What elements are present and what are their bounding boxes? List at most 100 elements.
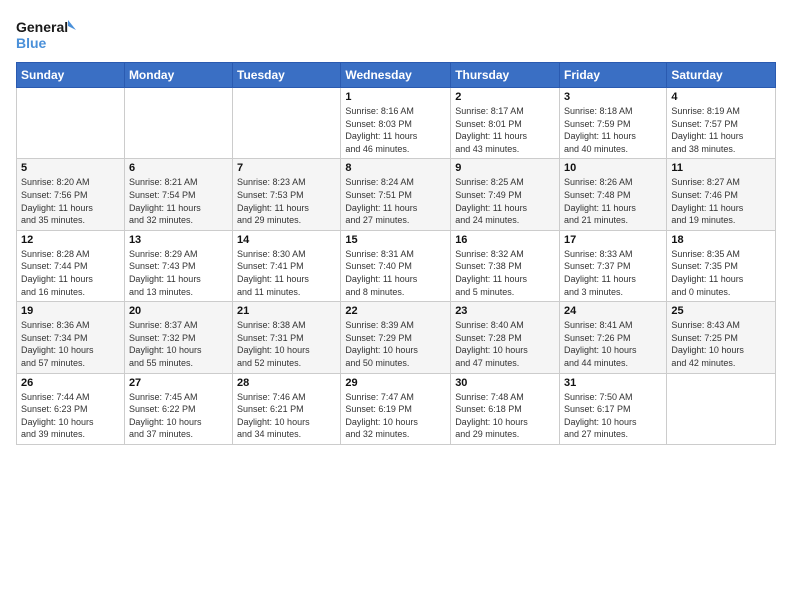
day-cell: 1 Sunrise: 8:16 AM Sunset: 8:03 PM Daylig… — [341, 88, 451, 159]
week-row-4: 26 Sunrise: 7:44 AM Sunset: 6:23 PM Dayli… — [17, 373, 776, 444]
day-number: 28 — [237, 377, 336, 389]
day-number: 26 — [21, 377, 120, 389]
day-info: Sunrise: 8:16 AM Sunset: 8:03 PM Dayligh… — [345, 105, 446, 155]
day-cell: 25 Sunrise: 8:43 AM Sunset: 7:25 PM Dayli… — [667, 302, 776, 373]
day-number: 15 — [345, 234, 446, 246]
day-cell: 20 Sunrise: 8:37 AM Sunset: 7:32 PM Dayli… — [124, 302, 232, 373]
day-info: Sunrise: 7:48 AM Sunset: 6:18 PM Dayligh… — [455, 391, 555, 441]
day-info: Sunrise: 8:25 AM Sunset: 7:49 PM Dayligh… — [455, 176, 555, 226]
day-cell: 16 Sunrise: 8:32 AM Sunset: 7:38 PM Dayli… — [451, 230, 560, 301]
day-number: 7 — [237, 162, 336, 174]
day-number: 27 — [129, 377, 228, 389]
day-info: Sunrise: 8:38 AM Sunset: 7:31 PM Dayligh… — [237, 319, 336, 369]
header-wednesday: Wednesday — [341, 63, 451, 88]
day-info: Sunrise: 8:41 AM Sunset: 7:26 PM Dayligh… — [564, 319, 662, 369]
day-cell: 30 Sunrise: 7:48 AM Sunset: 6:18 PM Dayli… — [451, 373, 560, 444]
day-info: Sunrise: 8:37 AM Sunset: 7:32 PM Dayligh… — [129, 319, 228, 369]
header-tuesday: Tuesday — [233, 63, 341, 88]
day-cell: 17 Sunrise: 8:33 AM Sunset: 7:37 PM Dayli… — [560, 230, 667, 301]
day-info: Sunrise: 8:29 AM Sunset: 7:43 PM Dayligh… — [129, 248, 228, 298]
day-cell: 11 Sunrise: 8:27 AM Sunset: 7:46 PM Dayli… — [667, 159, 776, 230]
day-cell: 15 Sunrise: 8:31 AM Sunset: 7:40 PM Dayli… — [341, 230, 451, 301]
day-number: 5 — [21, 162, 120, 174]
svg-text:Blue: Blue — [16, 35, 47, 51]
week-row-3: 19 Sunrise: 8:36 AM Sunset: 7:34 PM Dayli… — [17, 302, 776, 373]
day-number: 4 — [671, 91, 771, 103]
day-info: Sunrise: 7:44 AM Sunset: 6:23 PM Dayligh… — [21, 391, 120, 441]
day-number: 31 — [564, 377, 662, 389]
day-cell: 3Sunrise: 8:18 AM Sunset: 7:59 PM Daylig… — [560, 88, 667, 159]
day-number: 11 — [671, 162, 771, 174]
day-number: 22 — [345, 305, 446, 317]
day-cell: 12Sunrise: 8:28 AM Sunset: 7:44 PM Dayli… — [17, 230, 125, 301]
day-info: Sunrise: 8:27 AM Sunset: 7:46 PM Dayligh… — [671, 176, 771, 226]
day-number: 17 — [564, 234, 662, 246]
day-info: Sunrise: 8:43 AM Sunset: 7:25 PM Dayligh… — [671, 319, 771, 369]
logo: General Blue — [16, 16, 76, 56]
day-number: 25 — [671, 305, 771, 317]
day-number: 1 — [345, 91, 446, 103]
day-number: 9 — [455, 162, 555, 174]
day-number: 30 — [455, 377, 555, 389]
day-cell — [667, 373, 776, 444]
svg-text:General: General — [16, 19, 68, 35]
day-cell: 14Sunrise: 8:30 AM Sunset: 7:41 PM Dayli… — [233, 230, 341, 301]
header-sunday: Sunday — [17, 63, 125, 88]
day-info: Sunrise: 8:23 AM Sunset: 7:53 PM Dayligh… — [237, 176, 336, 226]
day-info: Sunrise: 7:46 AM Sunset: 6:21 PM Dayligh… — [237, 391, 336, 441]
day-cell: 18Sunrise: 8:35 AM Sunset: 7:35 PM Dayli… — [667, 230, 776, 301]
header: General Blue — [16, 12, 776, 56]
week-row-1: 5Sunrise: 8:20 AM Sunset: 7:56 PM Daylig… — [17, 159, 776, 230]
day-number: 21 — [237, 305, 336, 317]
day-number: 16 — [455, 234, 555, 246]
day-cell: 2 Sunrise: 8:17 AM Sunset: 8:01 PM Daylig… — [451, 88, 560, 159]
day-number: 12 — [21, 234, 120, 246]
header-monday: Monday — [124, 63, 232, 88]
day-cell — [233, 88, 341, 159]
day-cell: 8 Sunrise: 8:24 AM Sunset: 7:51 PM Daylig… — [341, 159, 451, 230]
day-info: Sunrise: 8:40 AM Sunset: 7:28 PM Dayligh… — [455, 319, 555, 369]
day-number: 24 — [564, 305, 662, 317]
header-thursday: Thursday — [451, 63, 560, 88]
day-number: 2 — [455, 91, 555, 103]
day-info: Sunrise: 8:19 AM Sunset: 7:57 PM Dayligh… — [671, 105, 771, 155]
day-cell: 7 Sunrise: 8:23 AM Sunset: 7:53 PM Daylig… — [233, 159, 341, 230]
day-info: Sunrise: 8:32 AM Sunset: 7:38 PM Dayligh… — [455, 248, 555, 298]
day-cell: 31Sunrise: 7:50 AM Sunset: 6:17 PM Dayli… — [560, 373, 667, 444]
day-cell: 24 Sunrise: 8:41 AM Sunset: 7:26 PM Dayli… — [560, 302, 667, 373]
day-cell: 21 Sunrise: 8:38 AM Sunset: 7:31 PM Dayli… — [233, 302, 341, 373]
week-row-0: 1 Sunrise: 8:16 AM Sunset: 8:03 PM Daylig… — [17, 88, 776, 159]
day-info: Sunrise: 8:33 AM Sunset: 7:37 PM Dayligh… — [564, 248, 662, 298]
day-info: Sunrise: 8:17 AM Sunset: 8:01 PM Dayligh… — [455, 105, 555, 155]
day-cell: 23 Sunrise: 8:40 AM Sunset: 7:28 PM Dayli… — [451, 302, 560, 373]
day-number: 6 — [129, 162, 228, 174]
day-cell: 27 Sunrise: 7:45 AM Sunset: 6:22 PM Dayli… — [124, 373, 232, 444]
header-friday: Friday — [560, 63, 667, 88]
day-number: 10 — [564, 162, 662, 174]
day-cell: 9 Sunrise: 8:25 AM Sunset: 7:49 PM Daylig… — [451, 159, 560, 230]
day-number: 13 — [129, 234, 228, 246]
logo-svg: General Blue — [16, 16, 76, 56]
day-number: 8 — [345, 162, 446, 174]
day-info: Sunrise: 8:24 AM Sunset: 7:51 PM Dayligh… — [345, 176, 446, 226]
day-info: Sunrise: 8:31 AM Sunset: 7:40 PM Dayligh… — [345, 248, 446, 298]
day-cell: 29Sunrise: 7:47 AM Sunset: 6:19 PM Dayli… — [341, 373, 451, 444]
day-number: 20 — [129, 305, 228, 317]
day-number: 23 — [455, 305, 555, 317]
day-cell: 10Sunrise: 8:26 AM Sunset: 7:48 PM Dayli… — [560, 159, 667, 230]
day-number: 29 — [345, 377, 446, 389]
header-saturday: Saturday — [667, 63, 776, 88]
day-cell: 26 Sunrise: 7:44 AM Sunset: 6:23 PM Dayli… — [17, 373, 125, 444]
day-cell: 5Sunrise: 8:20 AM Sunset: 7:56 PM Daylig… — [17, 159, 125, 230]
day-info: Sunrise: 8:36 AM Sunset: 7:34 PM Dayligh… — [21, 319, 120, 369]
day-info: Sunrise: 8:35 AM Sunset: 7:35 PM Dayligh… — [671, 248, 771, 298]
week-row-2: 12Sunrise: 8:28 AM Sunset: 7:44 PM Dayli… — [17, 230, 776, 301]
day-cell: 28 Sunrise: 7:46 AM Sunset: 6:21 PM Dayli… — [233, 373, 341, 444]
day-info: Sunrise: 8:21 AM Sunset: 7:54 PM Dayligh… — [129, 176, 228, 226]
day-cell — [124, 88, 232, 159]
day-cell: 6 Sunrise: 8:21 AM Sunset: 7:54 PM Daylig… — [124, 159, 232, 230]
day-info: Sunrise: 7:45 AM Sunset: 6:22 PM Dayligh… — [129, 391, 228, 441]
day-info: Sunrise: 8:39 AM Sunset: 7:29 PM Dayligh… — [345, 319, 446, 369]
day-number: 19 — [21, 305, 120, 317]
day-cell: 4 Sunrise: 8:19 AM Sunset: 7:57 PM Daylig… — [667, 88, 776, 159]
